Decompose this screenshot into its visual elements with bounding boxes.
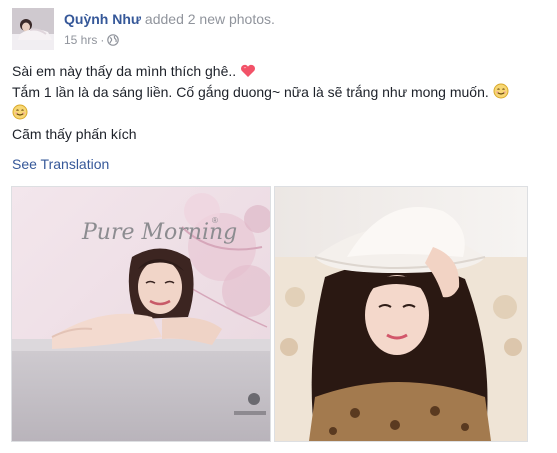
post-message: Sài em này thấy da mình thích ghê.. Tắm … — [12, 62, 542, 144]
smile-icon — [493, 83, 509, 104]
post-photo-selfie[interactable] — [274, 186, 528, 442]
post-line: Tắm 1 lần là da sáng liền. Cố gắng duong… — [12, 83, 542, 125]
see-translation-link[interactable]: See Translation — [12, 156, 109, 173]
post-action-text: added 2 new photos. — [141, 11, 275, 27]
post-meta: 15 hrs · — [64, 33, 120, 47]
post-line-text: Sài em này thấy da mình thích ghê.. — [12, 63, 237, 79]
author-avatar[interactable] — [12, 8, 54, 50]
post-header: Quỳnh Như added 2 new photos. — [64, 11, 275, 27]
post-line: Sài em này thấy da mình thích ghê.. — [12, 62, 542, 83]
post-line-text: Tắm 1 lần là da sáng liền. Cố gắng duong… — [12, 84, 489, 100]
globe-icon[interactable] — [107, 34, 120, 46]
meta-separator: · — [100, 33, 105, 47]
brand-mark: ® — [212, 216, 218, 225]
post-line: Cãm thấy phấn kích — [12, 125, 542, 144]
heart-icon — [240, 64, 256, 83]
post-line-text: Cãm thấy phấn kích — [12, 126, 137, 142]
post-timestamp[interactable]: 15 hrs — [64, 33, 97, 47]
author-name[interactable]: Quỳnh Như — [64, 11, 141, 27]
smile-icon — [12, 104, 28, 125]
post-photo-product[interactable]: Pure Morning ® — [11, 186, 271, 442]
